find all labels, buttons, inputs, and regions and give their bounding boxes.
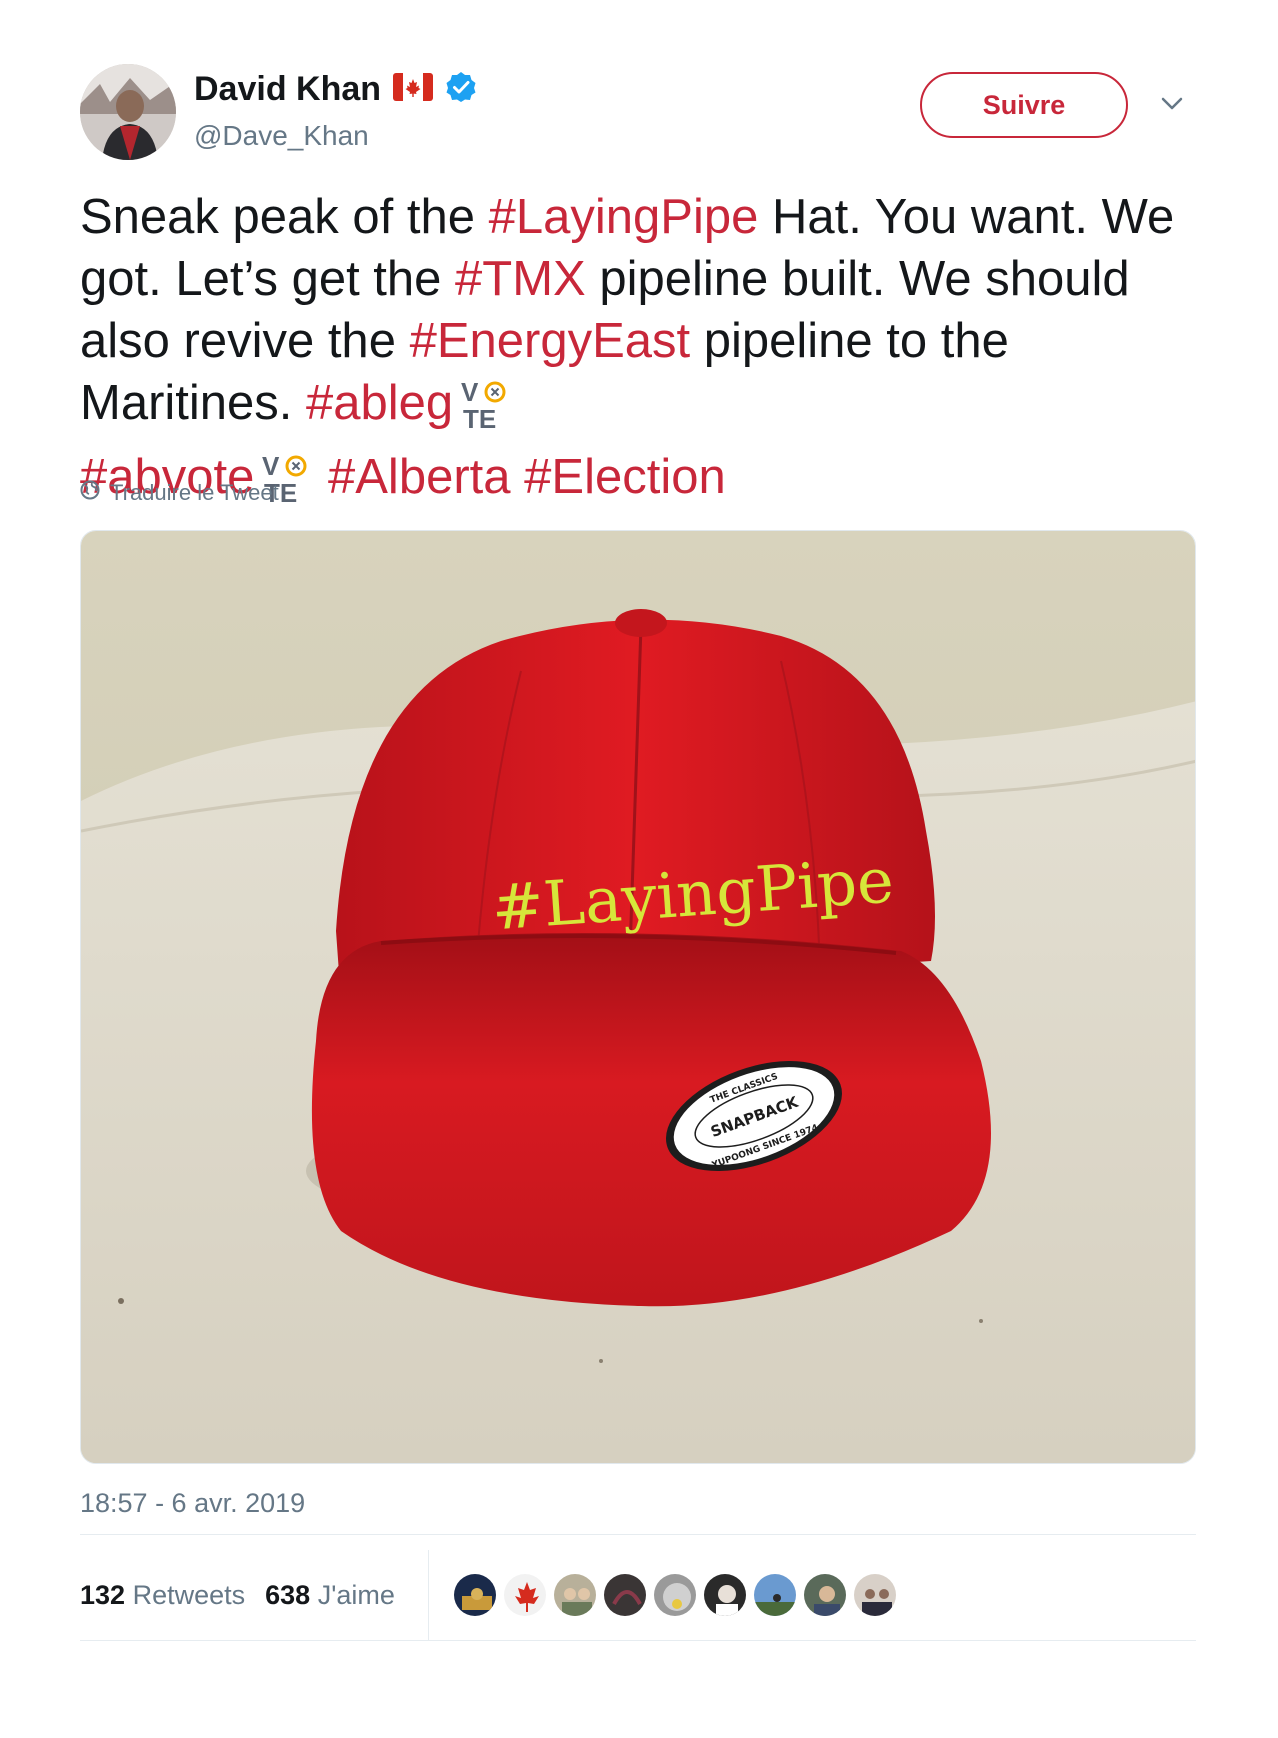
tweet-header: David Khan @Dave_Khan Suivre (80, 60, 1200, 170)
liker-avatar[interactable] (502, 1572, 548, 1618)
translate-label: Traduire le Tweet (110, 480, 279, 505)
follow-button[interactable]: Suivre (920, 72, 1128, 138)
svg-text:TE: TE (463, 404, 496, 431)
hashtag-link[interactable]: #LayingPipe (489, 190, 759, 244)
likes-label: J'aime (317, 1579, 395, 1610)
liker-avatar[interactable] (452, 1572, 498, 1618)
hashtag-link[interactable]: #ableg (306, 376, 453, 430)
liker-avatar[interactable] (702, 1572, 748, 1618)
author-handle[interactable]: @Dave_Khan (194, 120, 369, 152)
liker-avatar[interactable] (552, 1572, 598, 1618)
canada-flag-icon (393, 73, 434, 106)
retweets-label: Retweets (132, 1579, 246, 1610)
translate-tweet-link[interactable]: Traduire le Tweet (80, 480, 279, 506)
chevron-down-icon[interactable] (1158, 90, 1186, 118)
tweet-text: Sneak peak of the #LayingPipe Hat. You w… (80, 186, 1190, 520)
hashtag-link[interactable]: #Election (524, 450, 726, 504)
tweet-photo[interactable]: #LayingPipe THE CLASSICS SNAPBACK YUPOON… (80, 530, 1196, 1464)
author-display-name[interactable]: David Khan (194, 70, 381, 109)
liker-avatar[interactable] (852, 1572, 898, 1618)
stats-separator (428, 1550, 429, 1640)
tweet-card: David Khan @Dave_Khan Suivre Sneak peak … (80, 60, 1200, 1641)
hashtag-link[interactable]: #Alberta (328, 450, 511, 504)
hashtag-link[interactable]: #TMX (455, 252, 586, 306)
retweets-stat[interactable]: 132 Retweets (80, 1580, 245, 1611)
likes-count: 638 (265, 1579, 311, 1610)
author-name-row: David Khan (194, 70, 477, 109)
vote-emoji-icon: V TE (455, 375, 511, 446)
liker-avatar[interactable] (802, 1572, 848, 1618)
svg-text:V: V (461, 377, 479, 407)
tweet-timestamp[interactable]: 18:57 - 6 avr. 2019 (80, 1488, 305, 1519)
divider (80, 1640, 1196, 1641)
liker-avatars (452, 1572, 902, 1618)
svg-text:V: V (262, 451, 280, 481)
tweet-stats: 132 Retweets 638 J'aime (80, 1550, 1196, 1640)
avatar[interactable] (80, 64, 176, 160)
liker-avatar[interactable] (602, 1572, 648, 1618)
retweets-count: 132 (80, 1579, 126, 1610)
likes-stat[interactable]: 638 J'aime (265, 1580, 395, 1611)
verified-badge-icon (445, 71, 477, 108)
tweet-text-part: Sneak peak of the (80, 190, 489, 244)
divider (80, 1534, 1196, 1535)
hashtag-link[interactable]: #EnergyEast (410, 314, 691, 368)
liker-avatar[interactable] (752, 1572, 798, 1618)
liker-avatar[interactable] (652, 1572, 698, 1618)
globe-icon (80, 480, 100, 506)
